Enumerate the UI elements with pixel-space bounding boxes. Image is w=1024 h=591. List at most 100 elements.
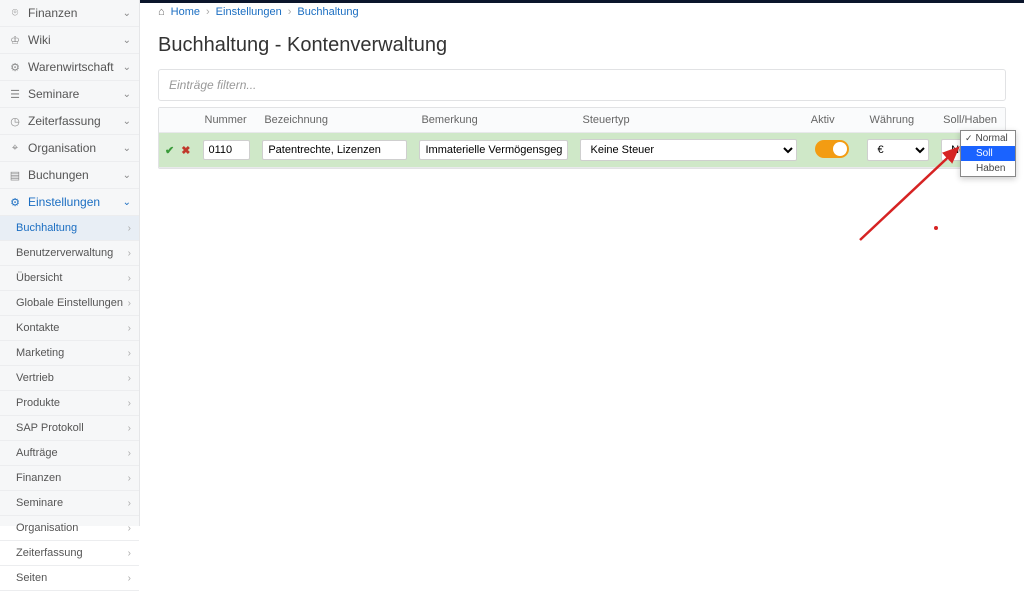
chevron-right-icon: › <box>128 223 131 234</box>
sidebar-subitem-label: Aufträge <box>16 447 128 459</box>
chevron-right-icon: › <box>128 273 131 284</box>
sollhaben-dropdown[interactable]: NormalSollHaben <box>960 130 1016 177</box>
nav-icon: ♔ <box>8 34 22 47</box>
sidebar-item-zeiterfassung[interactable]: ◷Zeiterfassung⌄ <box>0 108 139 135</box>
sidebar-subitem-übersicht[interactable]: Übersicht› <box>0 266 139 291</box>
chevron-down-icon: ⌄ <box>123 8 131 19</box>
col-bezeichnung[interactable]: Bezeichnung <box>256 108 413 133</box>
annotation-dot <box>934 226 938 230</box>
nav-icon: ⌖ <box>8 142 22 155</box>
sidebar-item-einstellungen[interactable]: ⚙ Einstellungen⌄ <box>0 189 139 216</box>
col-nummer[interactable]: Nummer <box>197 108 257 133</box>
sidebar-subitem-finanzen[interactable]: Finanzen› <box>0 466 139 491</box>
chevron-right-icon: › <box>128 398 131 409</box>
chevron-down-icon: ⌄ <box>123 170 131 181</box>
col-aktiv[interactable]: Aktiv <box>803 108 862 133</box>
chevron-right-icon: › <box>128 498 131 509</box>
chevron-down-icon: ⌄ <box>123 62 131 73</box>
col-steuertyp[interactable]: Steuertyp <box>574 108 802 133</box>
sidebar-item-label: Wiki <box>28 33 123 47</box>
sidebar-item-organisation[interactable]: ⌖Organisation⌄ <box>0 135 139 162</box>
chevron-down-icon: ⌄ <box>123 35 131 46</box>
sidebar-subitem-label: Produkte <box>16 397 128 409</box>
sidebar-subitem-produkte[interactable]: Produkte› <box>0 391 139 416</box>
chevron-right-icon: › <box>128 323 131 334</box>
sidebar-subitem-label: Seminare <box>16 497 128 509</box>
sidebar-item-seminare[interactable]: ☰ Seminare⌄ <box>0 81 139 108</box>
chevron-down-icon: ⌄ <box>123 89 131 100</box>
breadcrumb-home[interactable]: Home <box>171 6 200 18</box>
sidebar-item-label: Seminare <box>28 87 123 101</box>
nav-icon: ▤ <box>8 169 22 182</box>
breadcrumb-sep: › <box>206 6 210 18</box>
col-waehrung[interactable]: Währung <box>861 108 935 133</box>
chevron-right-icon: › <box>128 373 131 384</box>
sidebar-item-wiki[interactable]: ♔ Wiki⌄ <box>0 27 139 54</box>
home-icon: ⌂ <box>158 6 165 18</box>
dropdown-option-soll[interactable]: Soll <box>961 146 1015 161</box>
sidebar-item-label: Buchungen <box>28 168 123 182</box>
chevron-down-icon: ⌄ <box>123 197 131 208</box>
breadcrumb-current[interactable]: Buchhaltung <box>297 6 358 18</box>
bemerkung-input[interactable] <box>419 140 568 160</box>
nav-icon: ◷ <box>8 115 22 128</box>
sidebar-item-label: Zeiterfassung <box>28 114 123 128</box>
nummer-input[interactable] <box>203 140 251 160</box>
chevron-right-icon: › <box>128 248 131 259</box>
sidebar-subitem-organisation[interactable]: Organisation› <box>0 516 139 541</box>
nav-icon: ☰ <box>8 88 22 101</box>
table-header-row: Nummer Bezeichnung Bemerkung Steuertyp A… <box>159 108 1005 133</box>
chevron-right-icon: › <box>128 298 131 309</box>
sidebar-subitem-label: Organisation <box>16 522 128 534</box>
nav-icon: ⌾ <box>8 7 22 20</box>
bezeichnung-input[interactable] <box>262 140 407 160</box>
nav-icon: ⚙ <box>8 196 22 209</box>
dropdown-option-normal[interactable]: Normal <box>961 131 1015 146</box>
sidebar: ⌾Finanzen⌄♔Wiki⌄⚙Warenwirtschaft⌄☰Semina… <box>0 0 140 526</box>
accounts-table: Nummer Bezeichnung Bemerkung Steuertyp A… <box>158 107 1006 169</box>
sidebar-subitem-aufträge[interactable]: Aufträge› <box>0 441 139 466</box>
breadcrumb-settings[interactable]: Einstellungen <box>216 6 282 18</box>
steuertyp-select[interactable]: Keine Steuer <box>580 139 796 161</box>
chevron-right-icon: › <box>128 548 131 559</box>
sidebar-subitem-label: Globale Einstellungen <box>16 297 128 309</box>
sidebar-subitem-buchhaltung[interactable]: Buchhaltung› <box>0 216 139 241</box>
sidebar-subitem-kontakte[interactable]: Kontakte› <box>0 316 139 341</box>
waehrung-select[interactable]: € <box>867 139 929 161</box>
sidebar-subitem-marketing[interactable]: Marketing› <box>0 341 139 366</box>
content: ⌂ Home › Einstellungen › Buchhaltung Buc… <box>140 0 1024 526</box>
chevron-right-icon: › <box>128 573 131 584</box>
sidebar-item-label: Einstellungen <box>28 195 123 209</box>
sidebar-item-warenwirtschaft[interactable]: ⚙Warenwirtschaft⌄ <box>0 54 139 81</box>
breadcrumb: ⌂ Home › Einstellungen › Buchhaltung <box>158 0 1006 28</box>
cancel-icon[interactable]: ✖ <box>181 145 190 157</box>
sidebar-subitem-seminare[interactable]: Seminare› <box>0 491 139 516</box>
sidebar-subitem-seiten[interactable]: Seiten› <box>0 566 139 591</box>
sidebar-item-finanzen[interactable]: ⌾ Finanzen⌄ <box>0 0 139 27</box>
confirm-icon[interactable]: ✔ <box>165 145 174 157</box>
chevron-right-icon: › <box>128 473 131 484</box>
nav-icon: ⚙ <box>8 61 22 74</box>
col-bemerkung[interactable]: Bemerkung <box>413 108 574 133</box>
sidebar-subitem-vertrieb[interactable]: Vertrieb› <box>0 366 139 391</box>
sidebar-item-label: Organisation <box>28 141 123 155</box>
dropdown-option-haben[interactable]: Haben <box>961 161 1015 176</box>
page-title: Buchhaltung - Kontenverwaltung <box>158 34 1006 57</box>
sidebar-subitem-globale-einstellungen[interactable]: Globale Einstellungen› <box>0 291 139 316</box>
sidebar-subitem-benutzerverwaltung[interactable]: Benutzerverwaltung› <box>0 241 139 266</box>
sidebar-subitem-label: Vertrieb <box>16 372 128 384</box>
sidebar-subitem-label: Zeiterfassung <box>16 547 128 559</box>
sidebar-subitem-sap-protokoll[interactable]: SAP Protokoll› <box>0 416 139 441</box>
filter-input[interactable]: Einträge filtern... <box>158 69 1006 101</box>
aktiv-toggle[interactable] <box>815 140 849 158</box>
sidebar-subitem-label: SAP Protokoll <box>16 422 128 434</box>
sidebar-item-label: Finanzen <box>28 6 123 20</box>
sidebar-subitem-label: Übersicht <box>16 272 128 284</box>
sidebar-subitem-zeiterfassung[interactable]: Zeiterfassung› <box>0 541 139 566</box>
sidebar-subitem-label: Kontakte <box>16 322 128 334</box>
col-sollhaben[interactable]: Soll/Haben <box>935 108 1005 133</box>
sidebar-subitem-label: Marketing <box>16 347 128 359</box>
chevron-right-icon: › <box>128 423 131 434</box>
sidebar-item-buchungen[interactable]: ▤ Buchungen⌄ <box>0 162 139 189</box>
table-row: ✔ ✖ Keine Steuer <box>159 133 1005 168</box>
